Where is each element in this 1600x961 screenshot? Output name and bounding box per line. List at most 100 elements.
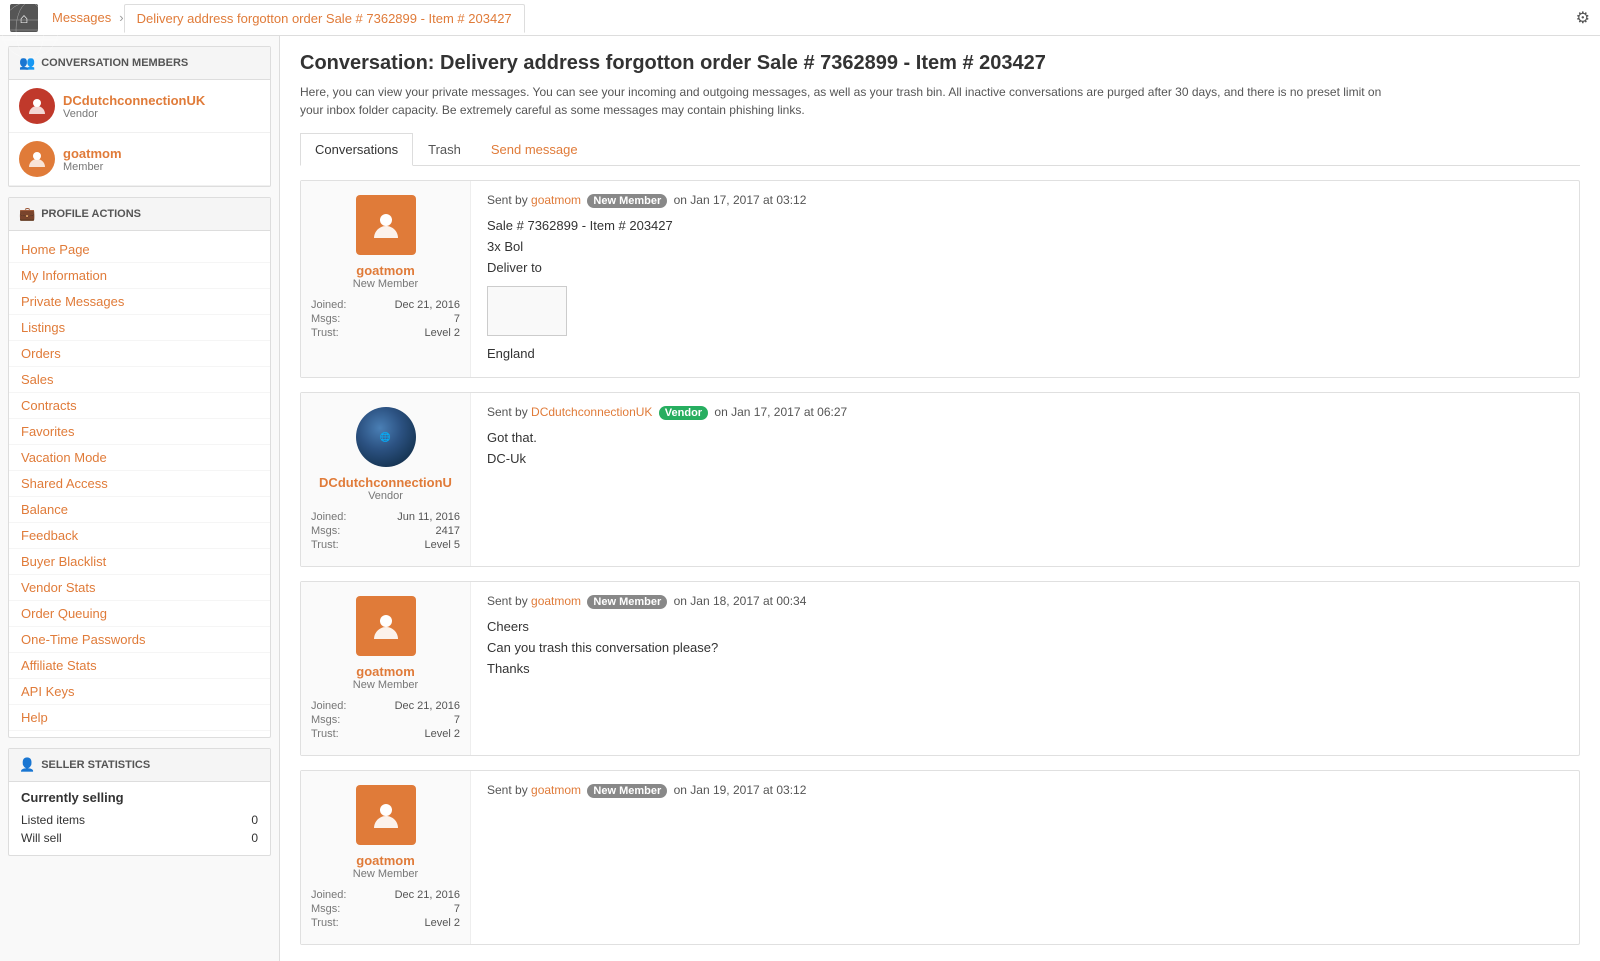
stats-row: Will sell 0: [21, 829, 258, 847]
profile-actions-section: 💼 PROFILE ACTIONS Home PageMy Informatio…: [8, 197, 271, 738]
msg-meta-joined: Joined: Jun 11, 2016: [311, 510, 460, 524]
tab-send-message[interactable]: Send message: [476, 133, 593, 166]
seller-stats-header: 👤 SELLER STATISTICS: [9, 749, 270, 782]
stats-value: 0: [251, 831, 258, 845]
msg-username[interactable]: DCdutchconnectionU: [319, 475, 452, 490]
profile-action-item[interactable]: Home Page: [9, 237, 270, 263]
profile-action-item[interactable]: Order Queuing: [9, 601, 270, 627]
profile-action-item[interactable]: Vendor Stats: [9, 575, 270, 601]
msg-sender-link[interactable]: goatmom: [531, 193, 581, 207]
joined-value: Jun 11, 2016: [397, 511, 460, 523]
msgs-value: 7: [454, 313, 460, 325]
nav-settings-icon[interactable]: ⚙: [1576, 8, 1590, 28]
msg-header: Sent by DCdutchconnectionUK Vendor on Ja…: [487, 405, 1563, 420]
joined-value: Dec 21, 2016: [395, 700, 460, 712]
msg-body-line: Can you trash this conversation please?: [487, 638, 1563, 659]
profile-action-item[interactable]: Feedback: [9, 523, 270, 549]
member-row-vendor: DCdutchconnectionUK Vendor: [9, 80, 270, 133]
profile-action-item[interactable]: Contracts: [9, 393, 270, 419]
main-layout: 👥 CONVERSATION MEMBERS DCdutchconnection…: [0, 36, 1600, 961]
msgs-label: Msgs:: [311, 525, 340, 537]
msg-right-panel: Sent by goatmom New Member on Jan 19, 20…: [471, 771, 1579, 944]
msg-username[interactable]: goatmom: [356, 263, 415, 278]
msg-meta-joined: Joined: Dec 21, 2016: [311, 298, 460, 312]
profile-actions-header: 💼 PROFILE ACTIONS: [9, 198, 270, 231]
msg-meta-joined: Joined: Dec 21, 2016: [311, 888, 460, 902]
msg-body-line: DC-Uk: [487, 449, 1563, 470]
profile-action-item[interactable]: Affiliate Stats: [9, 653, 270, 679]
msg-meta-msgs: Msgs: 7: [311, 713, 460, 727]
msgs-value: 7: [454, 714, 460, 726]
profile-action-item[interactable]: Vacation Mode: [9, 445, 270, 471]
msg-avatar: [356, 596, 416, 656]
msg-left-panel: goatmom New Member Joined: Dec 21, 2016 …: [301, 582, 471, 755]
vendor-role: Vendor: [63, 108, 205, 120]
msg-body-line: England: [487, 344, 1563, 365]
message-tabs: ConversationsTrashSend message: [300, 133, 1580, 166]
page-description: Here, you can view your private messages…: [300, 83, 1400, 119]
msgs-label: Msgs:: [311, 903, 340, 915]
tab-trash[interactable]: Trash: [413, 133, 476, 166]
msg-body-line: Deliver to: [487, 258, 1563, 279]
message-panel: goatmom New Member Joined: Dec 21, 2016 …: [300, 180, 1580, 378]
msg-header: Sent by goatmom New Member on Jan 17, 20…: [487, 193, 1563, 208]
msg-meta-joined: Joined: Dec 21, 2016: [311, 699, 460, 713]
trust-value: Level 5: [425, 539, 460, 551]
joined-label: Joined:: [311, 889, 346, 901]
msg-meta-trust: Trust: Level 2: [311, 916, 460, 930]
trust-label: Trust:: [311, 917, 339, 929]
trust-value: Level 2: [425, 917, 460, 929]
member-info: goatmom Member: [63, 146, 122, 173]
stats-label: Listed items: [21, 813, 85, 827]
profile-action-item[interactable]: One-Time Passwords: [9, 627, 270, 653]
profile-action-item[interactable]: Listings: [9, 315, 270, 341]
profile-action-item[interactable]: Balance: [9, 497, 270, 523]
msg-meta-trust: Trust: Level 2: [311, 727, 460, 741]
msgs-value: 2417: [436, 525, 460, 537]
content-area: Conversation: Delivery address forgotton…: [280, 36, 1600, 961]
msg-role: New Member: [353, 679, 418, 691]
profile-action-item[interactable]: My Information: [9, 263, 270, 289]
profile-action-item[interactable]: Favorites: [9, 419, 270, 445]
tab-conversations[interactable]: Conversations: [300, 133, 413, 166]
msg-username[interactable]: goatmom: [356, 664, 415, 679]
msg-sender-link[interactable]: goatmom: [531, 783, 581, 797]
msgs-label: Msgs:: [311, 714, 340, 726]
msg-sender-link[interactable]: goatmom: [531, 594, 581, 608]
stats-row: Listed items 0: [21, 811, 258, 829]
joined-value: Dec 21, 2016: [395, 299, 460, 311]
msg-username[interactable]: goatmom: [356, 853, 415, 868]
profile-icon: 💼: [19, 206, 35, 222]
msg-meta-trust: Trust: Level 2: [311, 326, 460, 340]
msg-left-panel: goatmom New Member Joined: Dec 21, 2016 …: [301, 181, 471, 377]
stats-icon: 👤: [19, 757, 35, 773]
vendor-name[interactable]: DCdutchconnectionUK: [63, 93, 205, 108]
stats-rows: Listed items 0 Will sell 0: [21, 811, 258, 847]
member-name[interactable]: goatmom: [63, 146, 122, 161]
sidebar: 👥 CONVERSATION MEMBERS DCdutchconnection…: [0, 36, 280, 961]
msgs-value: 7: [454, 903, 460, 915]
page-title: Conversation: Delivery address forgotton…: [300, 52, 1580, 75]
nav-crumb-current[interactable]: Delivery address forgotton order Sale # …: [124, 4, 525, 33]
msg-body-line: Got that.: [487, 428, 1563, 449]
stats-label: Will sell: [21, 831, 62, 845]
member-role: Member: [63, 161, 122, 173]
vendor-info: DCdutchconnectionUK Vendor: [63, 93, 205, 120]
trust-value: Level 2: [425, 728, 460, 740]
profile-action-item[interactable]: Private Messages: [9, 289, 270, 315]
msg-avatar: 🌐: [356, 407, 416, 467]
stats-value: 0: [251, 813, 258, 827]
msg-role: New Member: [353, 868, 418, 880]
msg-body-line: Cheers: [487, 617, 1563, 638]
profile-action-item[interactable]: Shared Access: [9, 471, 270, 497]
profile-action-item[interactable]: Buyer Blacklist: [9, 549, 270, 575]
profile-action-item[interactable]: Help: [9, 705, 270, 731]
msg-header: Sent by goatmom New Member on Jan 18, 20…: [487, 594, 1563, 609]
msg-right-panel: Sent by goatmom New Member on Jan 18, 20…: [471, 582, 1579, 755]
msg-sender-link[interactable]: DCdutchconnectionUK: [531, 405, 652, 419]
seller-stats-section: 👤 SELLER STATISTICS Currently selling Li…: [8, 748, 271, 856]
profile-action-item[interactable]: API Keys: [9, 679, 270, 705]
profile-action-item[interactable]: Sales: [9, 367, 270, 393]
profile-action-item[interactable]: Orders: [9, 341, 270, 367]
top-navbar: ⌂ Messages › Delivery address forgotton …: [0, 0, 1600, 36]
